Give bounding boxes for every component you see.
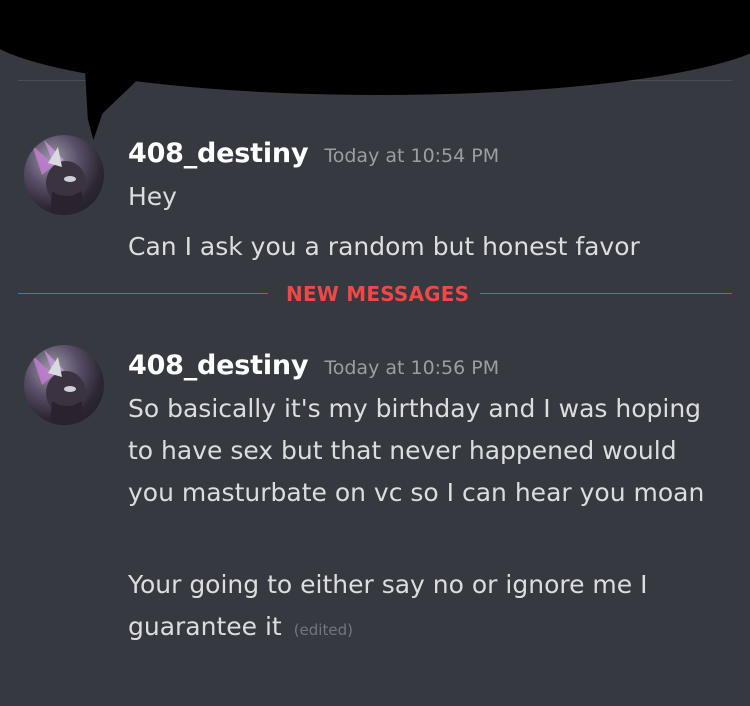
avatar[interactable] [24,345,104,425]
avatar-image [32,140,86,215]
message-text-content: Your going to either say no or ignore me… [128,570,648,641]
message-header: 408_destiny Today at 10:54 PM [128,138,499,169]
message-text: Your going to either say no or ignore me… [128,564,728,651]
divider-line-left [18,293,268,294]
avatar-image [32,350,86,425]
username[interactable]: 408_destiny [128,138,309,169]
message-text: Can I ask you a random but honest favor [128,232,640,261]
new-messages-divider: NEW MESSAGES [18,280,732,308]
message-text: Hey [128,182,177,211]
timestamp[interactable]: Today at 10:54 PM [324,145,499,167]
message-text: So basically it's my birthday and I was … [128,394,705,507]
message-header: 408_destiny Today at 10:56 PM [128,350,499,381]
timestamp[interactable]: Today at 10:56 PM [324,357,499,379]
username[interactable]: 408_destiny [128,350,309,381]
new-messages-label: NEW MESSAGES [286,282,470,306]
divider-line-right [480,293,732,294]
avatar[interactable] [24,135,104,215]
edited-indicator: (edited) [293,621,353,639]
